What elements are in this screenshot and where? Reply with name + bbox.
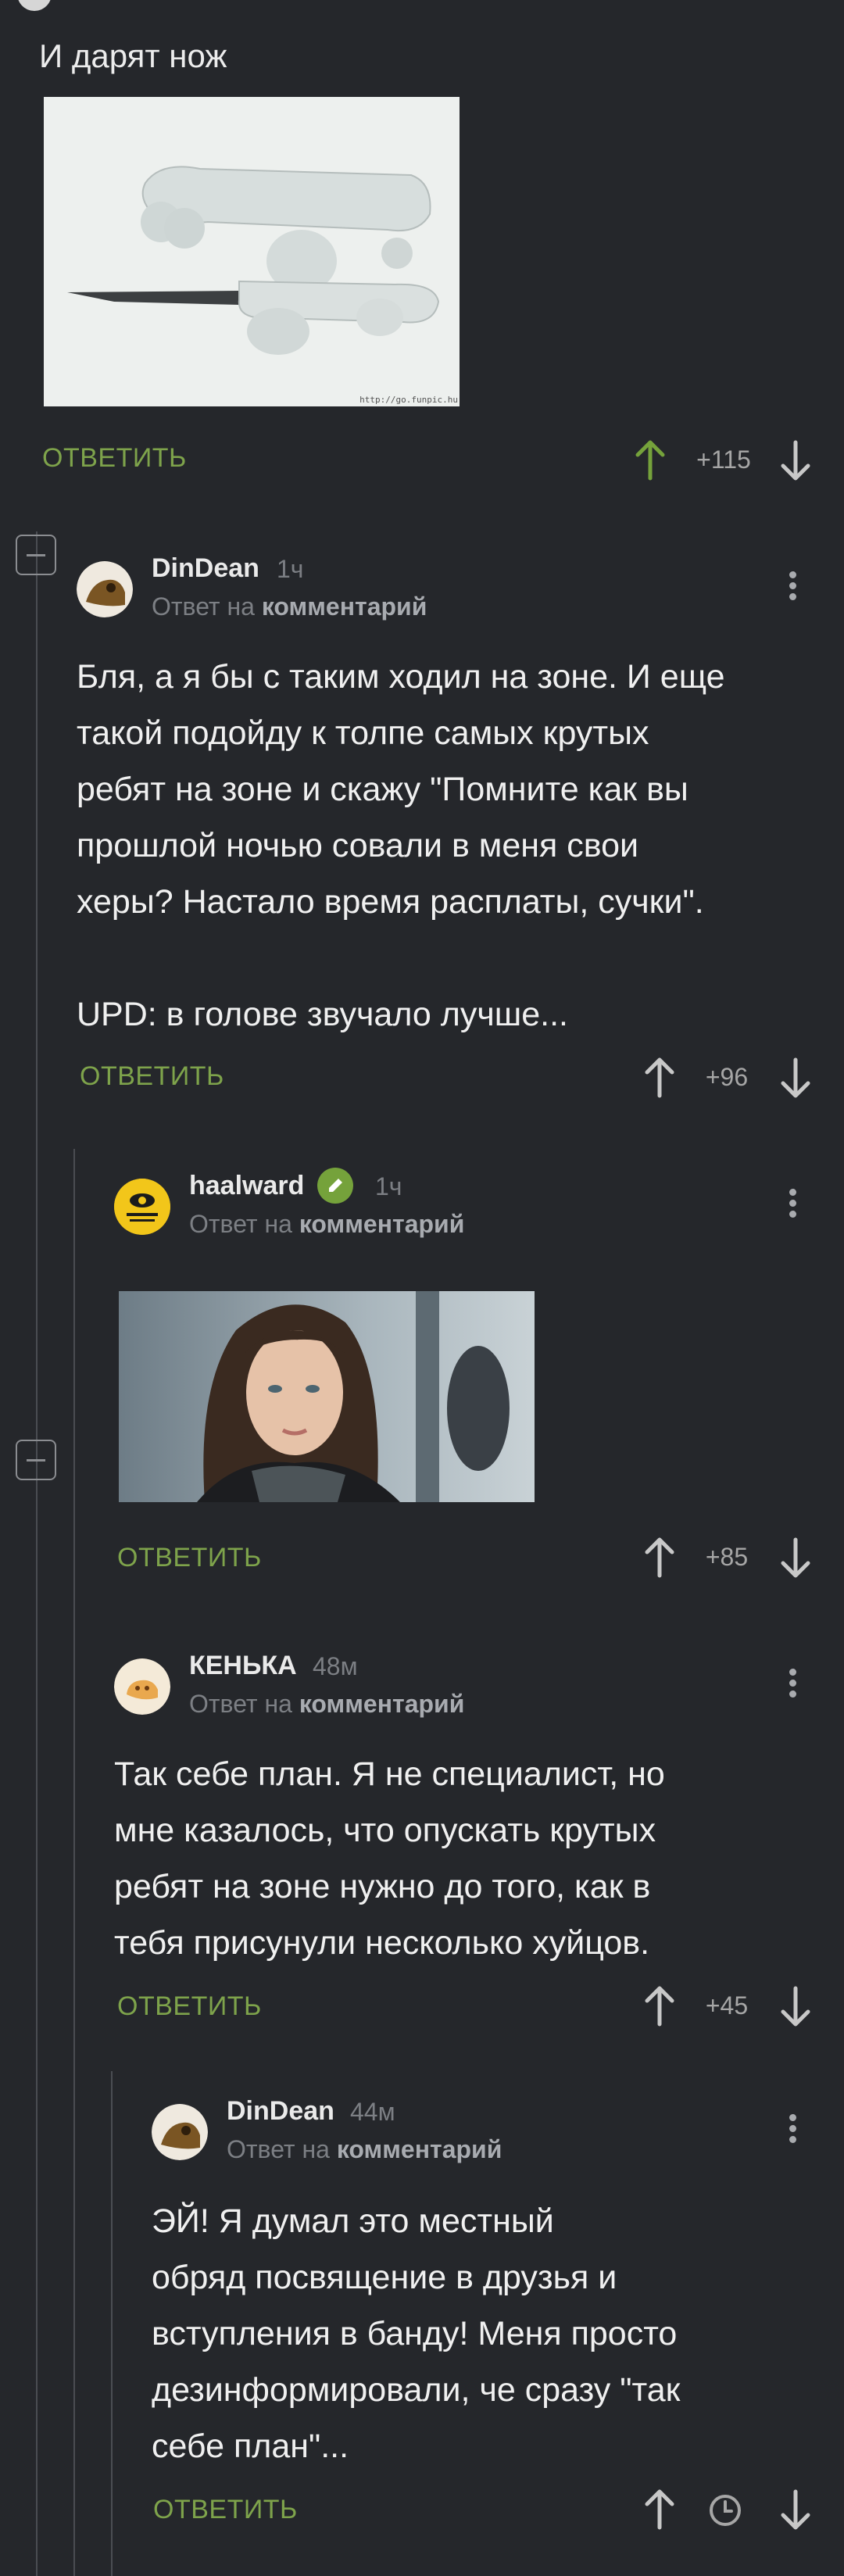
comment-reply-to: Ответ на комментарий xyxy=(189,1690,464,1719)
post-downvote-arrow-down-icon[interactable] xyxy=(778,439,813,481)
comment-line: тебя присунули несколько хуйцов. xyxy=(114,1924,650,1962)
comment-line: обряд посвящение в друзья и xyxy=(152,2259,617,2296)
comment-line: ребят на зоне и скажу "Помните как вы xyxy=(77,771,688,808)
comment-author[interactable]: haalward xyxy=(189,1171,304,1201)
upvote-arrow-up-icon[interactable] xyxy=(642,1057,677,1099)
reply-target-link[interactable]: комментарий xyxy=(337,2135,502,2163)
downvote-arrow-down-icon[interactable] xyxy=(778,1057,813,1099)
comment-time: 44м xyxy=(350,2098,395,2126)
comment-author[interactable]: DinDean xyxy=(227,2096,334,2127)
reply-prefix: Ответ на xyxy=(227,2135,330,2163)
avatar[interactable] xyxy=(152,2104,208,2160)
clock-icon xyxy=(710,2495,741,2526)
comment-line: дезинформировали, че сразу "так xyxy=(152,2371,681,2409)
comment-author[interactable]: КЕНЬКА xyxy=(189,1651,297,1681)
comment-line: ЭЙ! Я думал это местный xyxy=(152,2202,554,2240)
comment-time: 1ч xyxy=(277,555,304,583)
post-title: И дарят нож xyxy=(39,38,227,74)
reply-prefix: Ответ на xyxy=(189,1210,292,1238)
downvote-arrow-down-icon[interactable] xyxy=(778,2488,813,2531)
post-author-avatar-partial xyxy=(17,0,52,11)
thread-line-level-1 xyxy=(36,531,38,2576)
upvote-arrow-up-icon[interactable] xyxy=(642,1537,677,1579)
comment-reply-to: Ответ на комментарий xyxy=(152,592,427,621)
comment-line: Бля, а я бы с таким ходил на зоне. И еще xyxy=(77,658,725,696)
more-vertical-icon[interactable] xyxy=(789,2110,799,2147)
comment-line: такой подойду к толпе самых крутых xyxy=(77,714,649,752)
comment-score: +85 xyxy=(705,1543,749,1571)
comment-time: 1ч xyxy=(375,1172,402,1200)
thread-line-level-2 xyxy=(73,1149,75,2576)
thread-line-level-3 xyxy=(111,2071,113,2576)
collapse-thread-icon-2[interactable] xyxy=(16,1440,56,1480)
upvote-arrow-up-icon[interactable] xyxy=(642,2488,677,2531)
reply-button[interactable]: ОТВЕТИТЬ xyxy=(80,1061,224,1092)
upvote-arrow-up-icon[interactable] xyxy=(642,1985,677,2027)
avatar[interactable] xyxy=(114,1179,170,1235)
comment-score: +45 xyxy=(705,1991,749,2020)
post-score: +115 xyxy=(696,445,751,474)
reply-prefix: Ответ на xyxy=(189,1690,292,1718)
reply-target-link[interactable]: комментарий xyxy=(262,592,427,621)
comment-line: себе план"... xyxy=(152,2428,349,2465)
downvote-arrow-down-icon[interactable] xyxy=(778,1537,813,1579)
verified-pencil-icon xyxy=(317,1168,353,1204)
comment-reply-to: Ответ на комментарий xyxy=(189,1210,464,1239)
comment-line: вступления в банду! Меня просто xyxy=(152,2315,678,2352)
comment-line: прошлой ночью совали в меня свои xyxy=(77,827,639,864)
more-vertical-icon[interactable] xyxy=(789,1185,799,1222)
comment-line: UPD: в голове звучало лучше... xyxy=(77,996,569,1033)
reply-prefix: Ответ на xyxy=(152,592,255,621)
comment-line: херы? Настало время расплаты, сучки". xyxy=(77,883,704,921)
comment-score: +96 xyxy=(705,1063,749,1091)
avatar[interactable] xyxy=(114,1658,170,1715)
collapse-thread-icon[interactable] xyxy=(16,535,56,575)
comment-line: ребят на зоне нужно до того, как в xyxy=(114,1868,651,1905)
comment-author[interactable]: DinDean xyxy=(152,553,259,584)
comment-text: ЭЙ! Я думал это местный обряд посвящение… xyxy=(152,2193,831,2474)
reply-target-link[interactable]: комментарий xyxy=(299,1690,465,1718)
reply-target-link[interactable]: комментарий xyxy=(299,1210,465,1238)
reply-button[interactable]: ОТВЕТИТЬ xyxy=(117,1543,262,1573)
post-reply-button[interactable]: ОТВЕТИТЬ xyxy=(42,443,187,474)
avatar[interactable] xyxy=(77,561,133,617)
comment-text: Так себе план. Я не специалист, но мне к… xyxy=(114,1746,833,1971)
comment-text: Бля, а я бы с таким ходил на зоне. И еще… xyxy=(77,649,827,1043)
post-image[interactable]: http://go.funpic.hu xyxy=(44,97,460,406)
post-upvote-arrow-up-icon[interactable] xyxy=(633,439,667,481)
comment-line: Так себе план. Я не специалист, но xyxy=(114,1755,665,1793)
comment-line xyxy=(77,930,827,986)
comment-reply-to: Ответ на комментарий xyxy=(227,2135,502,2164)
more-vertical-icon[interactable] xyxy=(789,567,799,604)
downvote-arrow-down-icon[interactable] xyxy=(778,1985,813,2027)
image-watermark: http://go.funpic.hu xyxy=(359,395,458,405)
comment-image[interactable] xyxy=(119,1291,535,1502)
more-vertical-icon[interactable] xyxy=(789,1665,799,1701)
comment-line: мне казалось, что опускать крутых xyxy=(114,1812,656,1849)
reply-button[interactable]: ОТВЕТИТЬ xyxy=(117,1991,262,2022)
comment-time: 48м xyxy=(313,1652,358,1680)
reply-button[interactable]: ОТВЕТИТЬ xyxy=(153,2495,298,2525)
